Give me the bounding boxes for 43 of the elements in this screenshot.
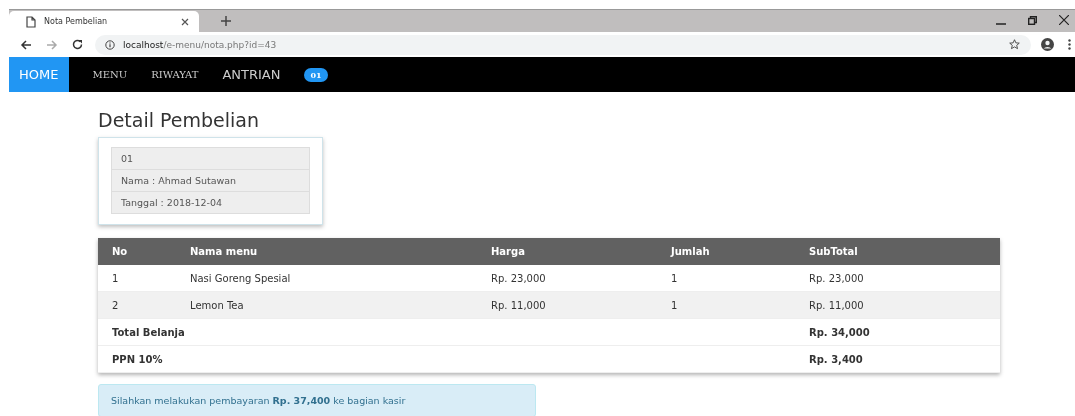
page-icon [26, 15, 36, 28]
table-cell: 1 [98, 265, 176, 292]
table-cell: 2 [98, 291, 176, 319]
back-icon[interactable] [20, 39, 32, 50]
tab-title: Nota Pembelian [44, 17, 109, 26]
nav-link[interactable]: ANTRIAN [210, 57, 293, 92]
info-row: Nama : Ahmad Sutawan [111, 169, 310, 192]
nav-link[interactable]: RIWAYAT [139, 57, 211, 92]
restore-icon[interactable] [1028, 16, 1037, 25]
total-label: PPN 10% [98, 345, 795, 373]
table-cell: Rp. 23,000 [795, 265, 1000, 292]
table-cell: Lemon Tea [176, 291, 477, 319]
column-header: SubTotal [795, 238, 1000, 265]
table-cell: 1 [657, 291, 795, 319]
column-header: Jumlah [657, 238, 795, 265]
menu-icon[interactable] [1068, 39, 1071, 50]
browser-tab[interactable]: Nota Pembelian [9, 11, 199, 32]
total-value: Rp. 3,400 [795, 345, 1000, 373]
star-icon[interactable] [1009, 39, 1020, 50]
table-cell: Rp. 11,000 [795, 291, 1000, 319]
new-tab-icon[interactable] [221, 16, 231, 26]
count-badge: 01 [304, 67, 328, 82]
info-row: Tanggal : 2018-12-04 [111, 191, 310, 214]
reload-icon[interactable] [72, 39, 83, 50]
table-cell: Rp. 11,000 [477, 291, 657, 319]
close-icon[interactable] [181, 17, 189, 26]
column-header: Harga [477, 238, 657, 265]
table-cell: Nasi Goreng Spesial [176, 265, 477, 292]
column-header: Nama menu [176, 238, 477, 265]
nav-link[interactable]: MENU [80, 57, 140, 92]
table-cell: Rp. 23,000 [477, 265, 657, 292]
url-text: localhost/e-menu/nota.php?id=43 [123, 39, 277, 50]
total-value: Rp. 34,000 [795, 318, 1000, 346]
column-header: No [98, 238, 176, 265]
payment-message: Silahkan melakukan pembayaran Rp. 37,400 ke bagian kasir [98, 384, 536, 416]
address-field[interactable]: localhost/e-menu/nota.php?id=43 [95, 34, 1031, 55]
info-icon [105, 39, 115, 50]
table-cell: 1 [657, 265, 795, 292]
account-icon[interactable] [1041, 38, 1054, 51]
total-label: Total Belanja [98, 318, 795, 346]
info-row: 01 [111, 147, 310, 170]
close-icon[interactable] [1059, 15, 1069, 25]
page-title: Detail Pembelian [98, 109, 260, 131]
